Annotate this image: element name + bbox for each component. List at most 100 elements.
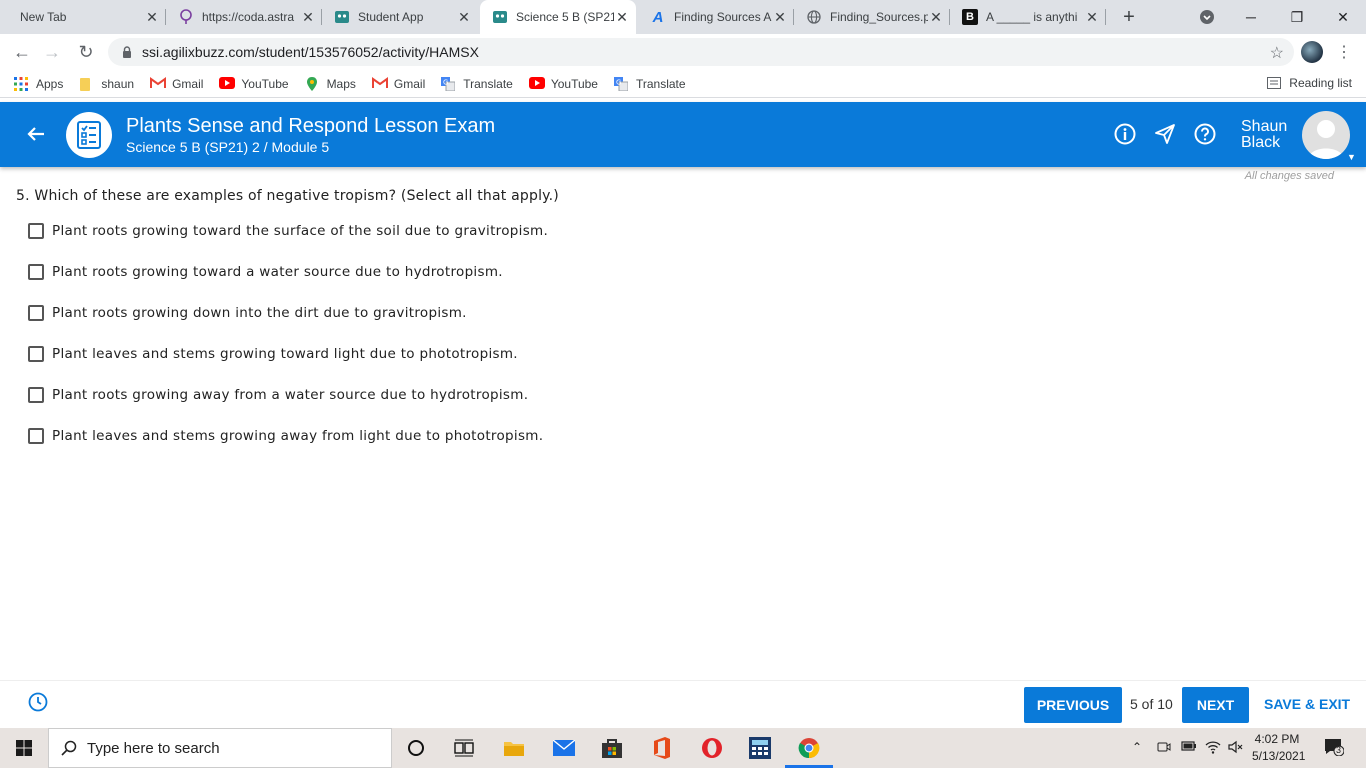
browser-tab[interactable]: https://coda.astra ✕ xyxy=(166,0,322,34)
answer-checkbox[interactable] xyxy=(28,223,44,239)
bookmark-apps[interactable]: Apps xyxy=(14,76,63,91)
close-icon[interactable]: ✕ xyxy=(456,9,472,25)
browser-tab[interactable]: Student App ✕ xyxy=(322,0,478,34)
bookmark-youtube[interactable]: YouTube xyxy=(219,76,289,91)
browser-tab[interactable]: New Tab ✕ xyxy=(8,0,166,34)
info-icon[interactable] xyxy=(1114,123,1136,145)
office-icon[interactable] xyxy=(650,736,674,760)
bookmark-label: YouTube xyxy=(550,76,598,91)
question-prompt: 5. Which of these are examples of negati… xyxy=(16,188,559,204)
answer-checkbox[interactable] xyxy=(28,346,44,362)
chevron-up-icon[interactable]: ⌃ xyxy=(1132,740,1142,754)
browser-tab[interactable]: A Finding Sources A ✕ xyxy=(638,0,794,34)
profile-avatar[interactable] xyxy=(1301,41,1323,63)
search-icon xyxy=(61,740,77,756)
answer-checkbox[interactable] xyxy=(28,387,44,403)
answer-checkbox[interactable] xyxy=(28,305,44,321)
forward-icon[interactable]: → xyxy=(40,40,64,64)
save-exit-button[interactable]: SAVE & EXIT xyxy=(1264,696,1350,712)
cortana-icon[interactable] xyxy=(404,736,428,760)
close-icon[interactable]: ✕ xyxy=(928,9,944,25)
next-button[interactable]: NEXT xyxy=(1182,687,1249,723)
send-icon[interactable] xyxy=(1154,123,1176,145)
bookmark-youtube[interactable]: YouTube xyxy=(528,76,598,91)
tab-title: Student App xyxy=(358,10,424,24)
lock-icon[interactable] xyxy=(120,45,134,59)
timer-icon[interactable] xyxy=(28,692,48,712)
answer-label: Plant roots growing down into the dirt d… xyxy=(52,305,467,321)
clock-date: 5/13/2021 xyxy=(1252,749,1306,763)
minimize-button[interactable]: ─ xyxy=(1228,0,1274,34)
bookmark-translate[interactable]: G Translate xyxy=(441,76,513,91)
close-icon[interactable]: ✕ xyxy=(144,9,160,25)
avatar[interactable] xyxy=(1302,111,1350,159)
page-title: Plants Sense and Respond Lesson Exam xyxy=(126,115,496,137)
tab-title: https://coda.astra xyxy=(202,10,295,24)
close-window-button[interactable]: ✕ xyxy=(1320,0,1366,34)
bookmark-folder[interactable]: shaun xyxy=(79,77,134,91)
translate-icon: G xyxy=(441,76,456,91)
close-icon[interactable]: ✕ xyxy=(772,9,788,25)
windows-start-icon[interactable] xyxy=(0,728,48,768)
answer-checkbox[interactable] xyxy=(28,428,44,444)
reading-list-button[interactable]: Reading list xyxy=(1267,76,1352,90)
browser-tab[interactable]: B A _____ is anythi ✕ xyxy=(950,0,1106,34)
answer-label: Plant roots growing toward the surface o… xyxy=(52,223,549,239)
bookmark-maps[interactable]: Maps xyxy=(305,76,356,91)
opera-icon[interactable] xyxy=(700,736,724,760)
address-bar[interactable]: ssi.agilixbuzz.com/student/153576052/act… xyxy=(108,38,1294,66)
bookmark-label: Maps xyxy=(326,76,356,91)
chrome-icon[interactable] xyxy=(797,736,821,760)
youtube-icon xyxy=(219,76,236,91)
bookmark-gmail[interactable]: Gmail xyxy=(150,77,203,91)
answer-label: Plant roots growing toward a water sourc… xyxy=(52,264,503,280)
taskbar-search[interactable]: Type here to search xyxy=(48,728,392,768)
bookmark-gmail[interactable]: Gmail xyxy=(371,76,426,91)
wifi-icon[interactable] xyxy=(1205,740,1221,757)
bookmark-label: Gmail xyxy=(393,76,426,91)
mail-icon[interactable] xyxy=(552,736,576,760)
tab-search-button[interactable] xyxy=(1184,0,1230,34)
answer-option[interactable]: Plant leaves and stems growing away from… xyxy=(28,428,543,444)
tab-title: A _____ is anythi xyxy=(986,10,1078,24)
close-icon[interactable]: ✕ xyxy=(614,9,630,25)
meet-now-icon[interactable] xyxy=(1157,740,1171,757)
reload-icon[interactable]: ↻ xyxy=(74,40,98,64)
answer-option[interactable]: Plant roots growing away from a water so… xyxy=(28,387,528,403)
system-clock[interactable]: 4:02 PM 5/13/2021 xyxy=(1252,731,1306,765)
page-counter: 5 of 10 xyxy=(1130,696,1173,712)
new-tab-button[interactable]: + xyxy=(1117,5,1141,29)
notification-count: 3 xyxy=(1336,745,1342,755)
answer-option[interactable]: Plant roots growing toward a water sourc… xyxy=(28,264,503,280)
answer-label: Plant roots growing away from a water so… xyxy=(52,387,529,403)
browser-tab-active[interactable]: Science 5 B (SP21 ✕ xyxy=(480,0,636,34)
answer-checkbox[interactable] xyxy=(28,264,44,280)
menu-kebab-icon[interactable]: ⋮ xyxy=(1336,42,1352,62)
previous-button[interactable]: PREVIOUS xyxy=(1024,687,1122,723)
bookmark-label: YouTube xyxy=(241,76,289,91)
file-explorer-icon[interactable] xyxy=(502,736,526,760)
answer-option[interactable]: Plant roots growing toward the surface o… xyxy=(28,223,548,239)
answer-option[interactable]: Plant roots growing down into the dirt d… xyxy=(28,305,467,321)
back-icon[interactable]: ← xyxy=(10,40,34,64)
user-name[interactable]: Shaun Black xyxy=(1241,119,1287,151)
bookmark-label: Gmail xyxy=(172,76,204,91)
browser-tab[interactable]: Finding_Sources.p ✕ xyxy=(794,0,950,34)
bookmark-translate[interactable]: G Translate xyxy=(613,76,686,91)
star-icon[interactable]: ☆ xyxy=(1270,43,1284,63)
back-arrow-icon[interactable] xyxy=(24,122,48,146)
close-icon[interactable]: ✕ xyxy=(300,9,316,25)
caret-down-icon[interactable]: ▼ xyxy=(1347,152,1356,162)
task-view-icon[interactable] xyxy=(452,736,476,760)
notification-icon[interactable]: 3 xyxy=(1324,738,1345,757)
restore-button[interactable]: ❐ xyxy=(1274,0,1320,34)
volume-muted-icon[interactable] xyxy=(1228,740,1244,757)
battery-icon[interactable] xyxy=(1181,740,1197,755)
user-last-name: Black xyxy=(1241,134,1281,151)
help-icon[interactable] xyxy=(1194,123,1216,145)
store-icon[interactable] xyxy=(600,736,624,760)
answer-option[interactable]: Plant leaves and stems growing toward li… xyxy=(28,346,518,362)
app-calculator-icon[interactable] xyxy=(748,736,772,760)
close-icon[interactable]: ✕ xyxy=(1084,9,1100,25)
browser-toolbar: ← → ↻ ssi.agilixbuzz.com/student/1535760… xyxy=(0,34,1366,70)
